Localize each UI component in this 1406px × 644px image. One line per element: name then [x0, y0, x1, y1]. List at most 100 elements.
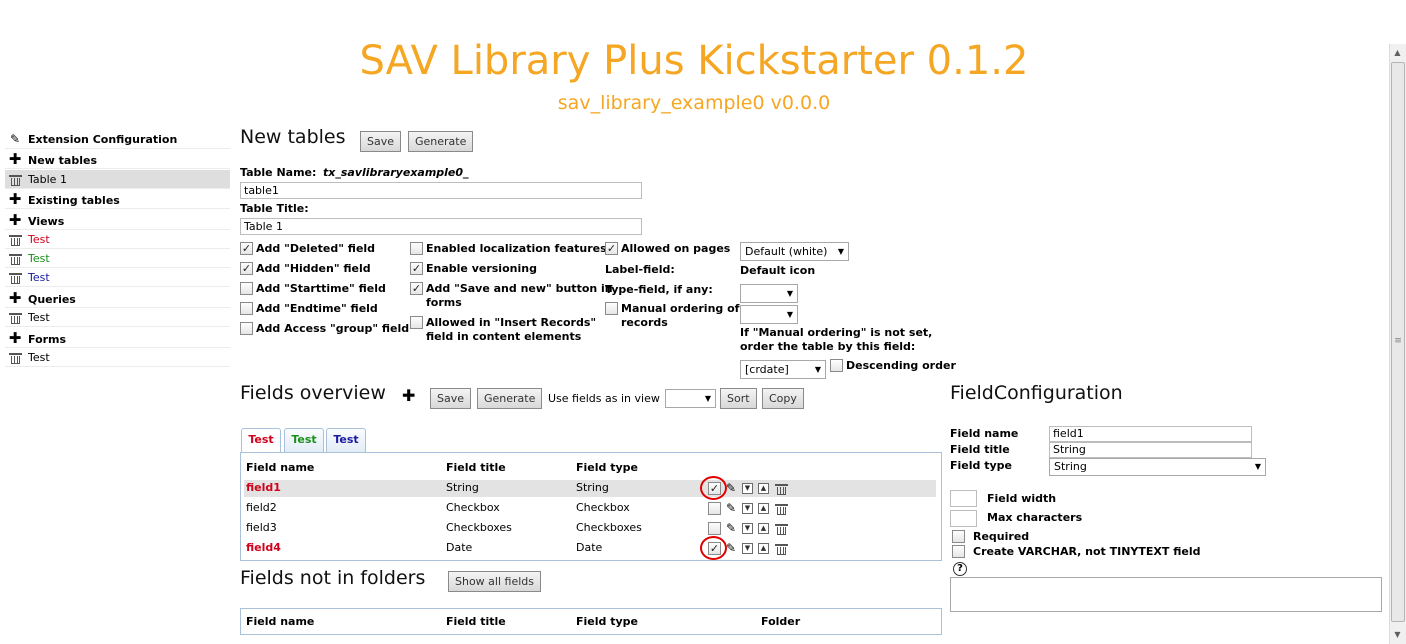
show-all-fields-button[interactable]: Show all fields	[448, 571, 541, 592]
sidebar-item-table-1[interactable]: Table 1	[5, 170, 230, 189]
plus-icon[interactable]: ✚	[5, 329, 25, 348]
tab-view-test-blue[interactable]: Test	[326, 428, 366, 452]
column-header-field-title: Field title	[446, 615, 506, 628]
trash-icon[interactable]	[5, 308, 25, 327]
insert-records-checkbox[interactable]	[410, 316, 423, 329]
save-and-new-label: Add "Save and new" button in	[426, 282, 613, 295]
sidebar-item-extension-configuration[interactable]: ✎ Extension Configuration	[5, 130, 230, 149]
plus-icon[interactable]: ✚	[5, 150, 25, 169]
add-starttime-field-checkbox[interactable]	[240, 282, 253, 295]
field-name-cell[interactable]: field3	[246, 521, 277, 534]
field-type-cell: Checkbox	[576, 501, 630, 514]
field-name-cell[interactable]: field4	[246, 541, 281, 554]
field-title-input[interactable]: String	[1049, 442, 1252, 458]
use-fields-view-select[interactable]: ▼	[665, 389, 716, 408]
trash-icon[interactable]	[5, 348, 25, 367]
fields-save-button[interactable]: Save	[430, 388, 472, 409]
add-access-group-field-checkbox[interactable]	[240, 322, 253, 335]
move-up-icon[interactable]: ▲	[758, 523, 769, 534]
edit-feather-icon[interactable]: ✎	[726, 522, 736, 534]
trash-icon[interactable]	[775, 502, 788, 515]
move-down-icon[interactable]: ▼	[742, 523, 753, 534]
sidebar-item-view-test-green[interactable]: Test	[5, 249, 230, 268]
add-deleted-field-checkbox[interactable]: ✓	[240, 242, 253, 255]
add-hidden-field-checkbox[interactable]: ✓	[240, 262, 253, 275]
manual-ordering-checkbox[interactable]	[605, 302, 618, 315]
save-and-new-checkbox[interactable]: ✓	[410, 282, 423, 295]
add-field-plus-icon[interactable]: ✚	[402, 386, 415, 405]
sidebar-item-view-test-red[interactable]: Test	[5, 230, 230, 249]
help-icon[interactable]: ?	[953, 562, 967, 576]
table-title-input[interactable]: Table 1	[240, 218, 642, 235]
descending-order-checkbox[interactable]	[830, 359, 843, 372]
enable-localization-checkbox[interactable]	[410, 242, 423, 255]
trash-icon[interactable]	[775, 542, 788, 555]
sidebar-item-existing-tables[interactable]: ✚ Existing tables	[5, 190, 230, 209]
sidebar-item-new-tables[interactable]: ✚ New tables	[5, 150, 230, 169]
move-down-icon[interactable]: ▼	[742, 483, 753, 494]
field-configuration-textarea[interactable]	[950, 577, 1382, 612]
tab-view-test-red[interactable]: Test	[241, 428, 281, 453]
sidebar-item-form-test[interactable]: Test	[5, 348, 230, 367]
sidebar-item-query-test[interactable]: Test	[5, 308, 230, 327]
trash-icon[interactable]	[5, 268, 25, 287]
field-name-cell[interactable]: field1	[246, 481, 281, 494]
field-name-cell[interactable]: field2	[246, 501, 277, 514]
sidebar-item-view-test-blue[interactable]: Test	[5, 268, 230, 287]
max-characters-label: Max characters	[987, 511, 1083, 524]
plus-icon[interactable]: ✚	[5, 211, 25, 230]
default-color-select[interactable]: Default (white) ▼	[740, 242, 849, 261]
chevron-down-icon: ▼	[704, 394, 711, 403]
edit-feather-icon[interactable]: ✎	[726, 502, 736, 514]
edit-feather-icon[interactable]: ✎	[726, 542, 736, 554]
required-checkbox[interactable]	[952, 530, 965, 543]
default-color-select-value: Default (white)	[745, 245, 828, 258]
max-characters-input[interactable]	[950, 510, 977, 527]
fields-overview-title: Fields overview	[240, 382, 386, 404]
default-icon-label: Default icon	[740, 264, 816, 277]
table-name-input[interactable]: table1	[240, 182, 642, 199]
chevron-down-icon: ▼	[814, 365, 821, 374]
sidebar-item-queries[interactable]: ✚ Queries	[5, 289, 230, 308]
plus-icon[interactable]: ✚	[5, 289, 25, 308]
move-up-icon[interactable]: ▲	[758, 483, 769, 494]
sort-button[interactable]: Sort	[720, 388, 757, 409]
trash-icon[interactable]	[5, 249, 25, 268]
sidebar-item-forms[interactable]: ✚ Forms	[5, 329, 230, 348]
scroll-down-arrow-icon[interactable]: ▼	[1392, 630, 1403, 640]
generate-button[interactable]: Generate	[408, 131, 474, 152]
allowed-on-pages-checkbox[interactable]: ✓	[605, 242, 618, 255]
trash-icon[interactable]	[5, 230, 25, 249]
trash-icon[interactable]	[775, 482, 788, 495]
move-up-icon[interactable]: ▲	[758, 503, 769, 514]
type-field-select[interactable]: ▼	[740, 305, 798, 324]
scroll-up-arrow-icon[interactable]: ▲	[1392, 48, 1403, 58]
move-down-icon[interactable]: ▼	[742, 543, 753, 554]
edit-feather-icon[interactable]: ✎	[726, 482, 736, 494]
field-type-select[interactable]: String ▼	[1049, 458, 1266, 476]
move-down-icon[interactable]: ▼	[742, 503, 753, 514]
field-row-checkbox[interactable]	[708, 502, 721, 515]
add-endtime-field-checkbox[interactable]	[240, 302, 253, 315]
sidebar-item-label: Extension Configuration	[28, 133, 178, 146]
sidebar-item-label: Views	[28, 215, 65, 228]
save-button[interactable]: Save	[360, 131, 402, 152]
create-varchar-checkbox[interactable]	[952, 545, 965, 558]
move-up-icon[interactable]: ▲	[758, 543, 769, 554]
tab-view-test-green[interactable]: Test	[284, 428, 324, 452]
fields-generate-button[interactable]: Generate	[477, 388, 543, 409]
extension-subtitle: sav_library_example0 v0.0.0	[557, 92, 831, 114]
field-row-checkbox[interactable]	[708, 522, 721, 535]
sidebar-item-views[interactable]: ✚ Views	[5, 211, 230, 230]
order-by-select[interactable]: [crdate] ▼	[740, 360, 826, 379]
table-name-label: Table Name:	[240, 166, 317, 179]
enable-versioning-checkbox[interactable]: ✓	[410, 262, 423, 275]
trash-icon[interactable]	[775, 522, 788, 535]
field-width-input[interactable]	[950, 490, 977, 507]
plus-icon[interactable]: ✚	[5, 190, 25, 209]
create-varchar-label: Create VARCHAR, not TINYTEXT field	[973, 545, 1201, 558]
label-field-select[interactable]: ▼	[740, 284, 798, 303]
field-name-input[interactable]: field1	[1049, 426, 1252, 442]
copy-button[interactable]: Copy	[762, 388, 804, 409]
trash-icon[interactable]	[5, 170, 25, 189]
